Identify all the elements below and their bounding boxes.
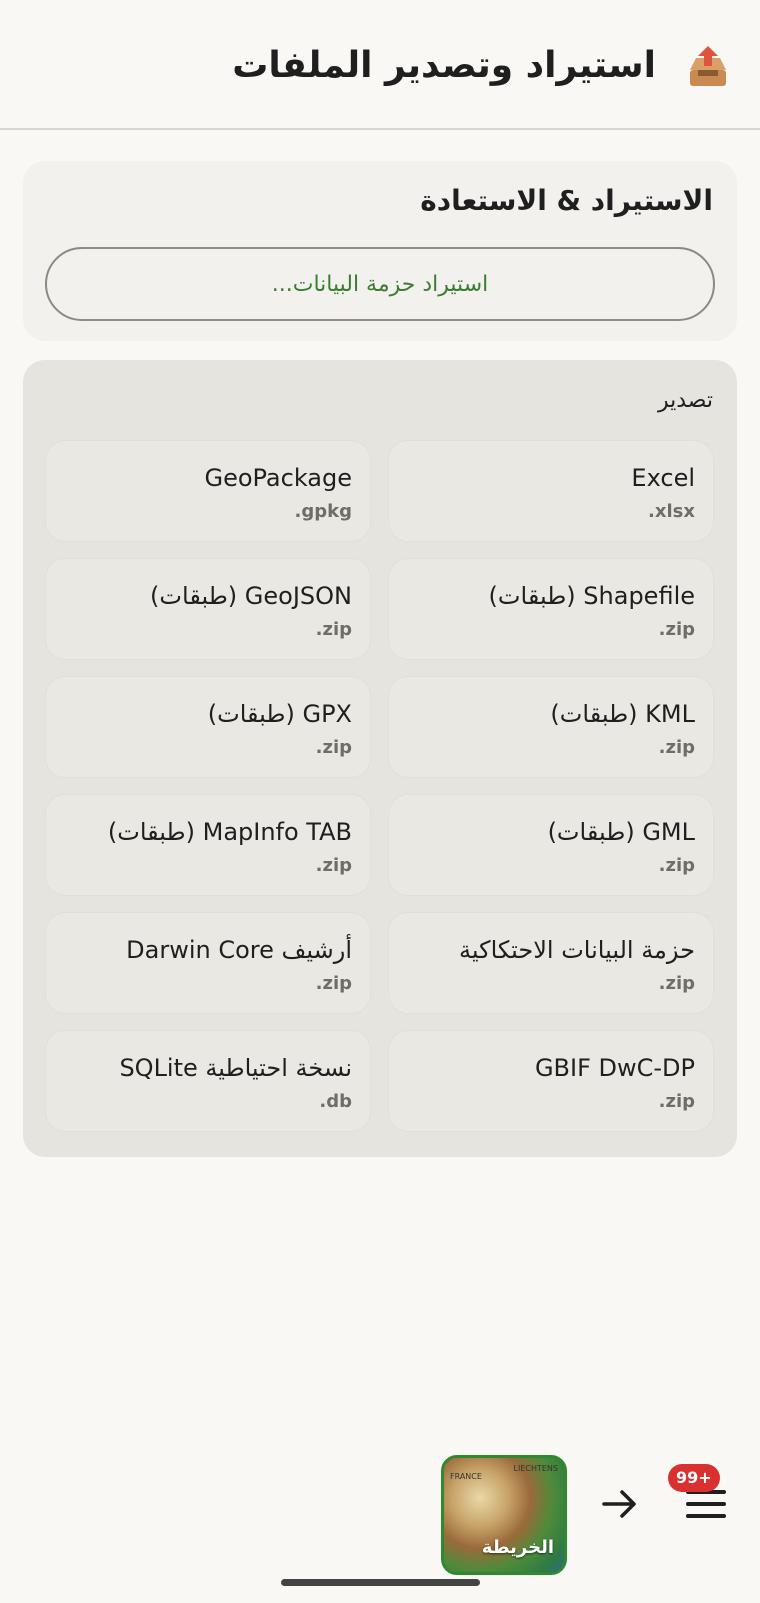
- tile-extension: zip.: [658, 619, 695, 640]
- home-indicator: [281, 1579, 480, 1586]
- map-label-liechtenstein: LIECHTENS: [513, 1464, 558, 1473]
- export-mapinfo-tab-tile[interactable]: MapInfo TAB (طبقات) zip.: [45, 794, 371, 896]
- tile-extension: zip.: [315, 737, 352, 758]
- export-sqlite-backup-tile[interactable]: نسخة احتياطية SQLite db.: [45, 1030, 371, 1132]
- tile-extension: zip.: [658, 855, 695, 876]
- page-title: استيراد وتصدير الملفات: [232, 45, 656, 86]
- tile-extension: zip.: [315, 855, 352, 876]
- map-label-france: FRANCE: [450, 1472, 482, 1481]
- tile-extension: db.: [319, 1091, 352, 1112]
- tile-name: MapInfo TAB (طبقات): [107, 818, 352, 846]
- notification-badge: +99: [668, 1464, 720, 1492]
- export-gpx-tile[interactable]: GPX (طبقات) zip.: [45, 676, 371, 778]
- tile-name: GeoJSON (طبقات): [150, 582, 352, 610]
- app-header: استيراد وتصدير الملفات: [0, 0, 760, 130]
- tile-name: GPX (طبقات): [207, 700, 352, 728]
- tile-name: نسخة احتياطية SQLite: [119, 1054, 352, 1082]
- import-section-title: الاستيراد & الاستعادة: [420, 184, 713, 217]
- export-kml-tile[interactable]: KML (طبقات) zip.: [388, 676, 714, 778]
- import-card: الاستيراد & الاستعادة استيراد حزمة البيا…: [23, 161, 737, 341]
- export-shapefile-tile[interactable]: Shapefile (طبقات) zip.: [388, 558, 714, 660]
- import-data-package-button[interactable]: استيراد حزمة البيانات...: [45, 247, 715, 321]
- tile-name: GeoPackage: [204, 464, 352, 492]
- tile-name: GML (طبقات): [547, 818, 695, 846]
- export-geopackage-tile[interactable]: GeoPackage gpkg.: [45, 440, 371, 542]
- export-backup-package-tile[interactable]: حزمة البيانات الاحتكاكية zip.: [388, 912, 714, 1014]
- outbox-tray-icon: [684, 44, 732, 92]
- tile-name: أرشيف Darwin Core: [126, 936, 352, 964]
- tile-name: Shapefile (طبقات): [488, 582, 695, 610]
- bottom-bar: FRANCE LIECHTENS الخريطة +99: [0, 1440, 760, 1575]
- tile-extension: xlsx.: [648, 501, 695, 522]
- tile-extension: zip.: [658, 1091, 695, 1112]
- tile-extension: zip.: [315, 973, 352, 994]
- export-section-label: تصدير: [657, 388, 713, 413]
- export-gbif-dwc-dp-tile[interactable]: GBIF DwC-DP zip.: [388, 1030, 714, 1132]
- export-geojson-tile[interactable]: GeoJSON (طبقات) zip.: [45, 558, 371, 660]
- tile-extension: zip.: [658, 737, 695, 758]
- tile-extension: gpkg.: [294, 501, 352, 522]
- tile-extension: zip.: [658, 973, 695, 994]
- tile-name: Excel: [631, 464, 695, 492]
- tile-name: KML (طبقات): [550, 700, 695, 728]
- export-gml-tile[interactable]: GML (طبقات) zip.: [388, 794, 714, 896]
- tile-extension: zip.: [315, 619, 352, 640]
- map-thumbnail-button[interactable]: FRANCE LIECHTENS الخريطة: [441, 1455, 567, 1575]
- map-caption: الخريطة: [481, 1537, 554, 1558]
- export-excel-tile[interactable]: Excel xlsx.: [388, 440, 714, 542]
- tile-name: حزمة البيانات الاحتكاكية: [459, 936, 695, 964]
- export-card: تصدير Excel xlsx. GeoPackage gpkg. Shape…: [23, 360, 737, 1157]
- arrow-right-icon[interactable]: [598, 1482, 642, 1526]
- export-darwin-core-tile[interactable]: أرشيف Darwin Core zip.: [45, 912, 371, 1014]
- tile-name: GBIF DwC-DP: [534, 1054, 695, 1082]
